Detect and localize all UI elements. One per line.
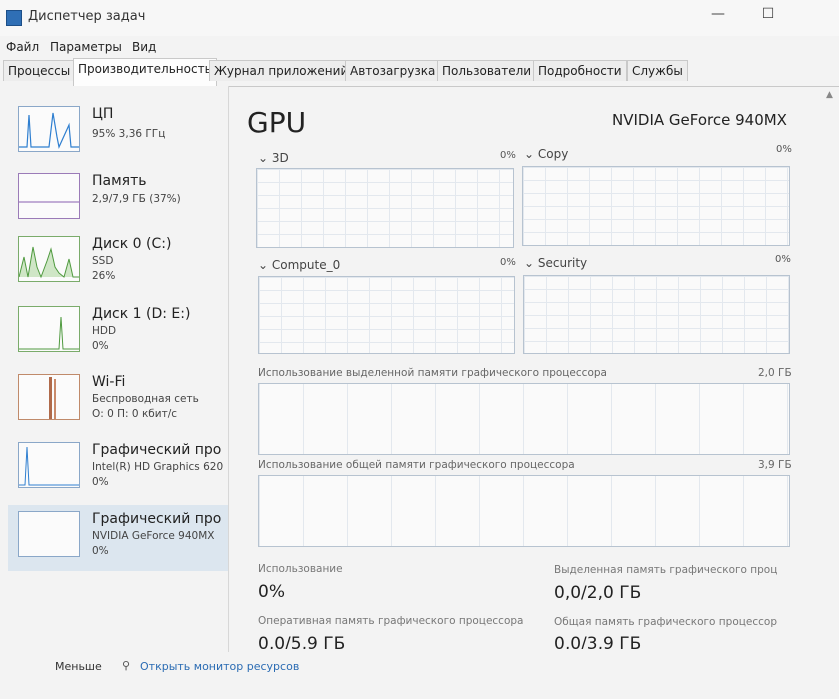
cpu-thumbnail [18,106,80,152]
sidebar-item-disk1[interactable]: Диск 1 (D: E:) HDD 0% [8,300,228,366]
engine-copy-label[interactable]: ⌄ Copy [524,147,568,161]
sidebar-item-title: Диск 1 (D: E:) [92,306,191,322]
chevron-down-icon: ⌄ [524,256,538,270]
engine-3d-graph [256,168,514,248]
sidebar-item-title: Диск 0 (C:) [92,236,172,252]
sidebar-item-title: Графический про [92,511,222,527]
sidebar-item-gpu1[interactable]: Графический про NVIDIA GeForce 940MX 0% [8,505,228,571]
engine-security-value: 0% [775,254,791,265]
sidebar-item-detail: 2,9/7,9 ГБ (37%) [92,193,181,205]
task-manager-icon [6,10,22,26]
disk1-thumbnail [18,306,80,352]
shared-memory-stat-value: 0,0/3,9 ГБ [554,634,642,649]
sidebar-item-type: Беспроводная сеть [92,393,199,405]
gpu1-thumbnail [18,511,80,557]
engine-3d-value: 0% [500,150,516,161]
utilization-label: Использование [258,563,343,575]
engine-label-text: 3D [271,151,289,165]
menu-view[interactable]: Вид [132,40,156,54]
sidebar-item-usage: 0% [92,545,109,557]
sidebar-item-detail: 95% 3,36 ГГц [92,128,166,140]
sidebar-item-title: Графический про [92,442,222,458]
utilization-value: 0% [258,582,285,602]
vertical-scrollbar[interactable] [824,86,836,646]
engine-compute-value: 0% [500,257,516,268]
sidebar-item-title: Wi-Fi [92,374,126,390]
engine-label-text: Compute_0 [271,258,341,272]
shared-memory-stat-label: Общая память графического процессор [554,616,777,628]
sidebar-item-disk0[interactable]: Диск 0 (C:) SSD 26% [8,230,228,296]
maximize-button[interactable]: ☐ [745,0,791,30]
engine-compute-label[interactable]: ⌄ Compute_0 [258,258,340,272]
engine-security-label[interactable]: ⌄ Security [524,256,587,270]
dedicated-memory-graph [258,383,790,455]
engine-security-graph [523,275,790,354]
engine-copy-graph [522,166,790,246]
engine-compute-graph [258,276,515,354]
scroll-up-arrow-icon[interactable]: ▲ [826,90,833,100]
sidebar-item-usage: 0% [92,476,109,488]
menu-file[interactable]: Файл [6,40,39,54]
sidebar-item-gpu0[interactable]: Графический про Intel(R) HD Graphics 620… [8,436,228,502]
shared-memory-graph [258,475,790,547]
gpu0-thumbnail [18,442,80,488]
menu-options[interactable]: Параметры [50,40,122,54]
tab-users[interactable]: Пользователи [437,60,537,81]
sidebar-item-memory[interactable]: Память 2,9/7,9 ГБ (37%) [8,167,228,233]
sidebar-item-type: SSD [92,255,114,267]
dedicated-memory-label: Использование выделенной памяти графичес… [258,367,607,379]
sidebar-item-type: HDD [92,325,117,337]
gpu-memory-stat-value: 0,0/5,9 ГБ [258,634,346,649]
page-title: GPU [247,106,307,139]
shared-memory-label: Использование общей памяти графического … [258,459,575,471]
resource-monitor-icon: ⚲ [122,659,131,672]
engine-3d-label[interactable]: ⌄ 3D [258,151,289,165]
tab-services[interactable]: Службы [627,60,688,81]
open-resource-monitor-link[interactable]: Открыть монитор ресурсов [140,660,299,673]
tab-performance[interactable]: Производительность [73,58,217,86]
window-title: Диспетчер задач [28,9,146,24]
gpu-model-name: NVIDIA GeForce 940MX [612,111,787,129]
memory-thumbnail [18,173,80,219]
disk0-thumbnail [18,236,80,282]
sidebar-item-throughput: О: 0 П: 0 кбит/с [92,408,178,420]
sidebar-item-wifi[interactable]: Wi-Fi Беспроводная сеть О: 0 П: 0 кбит/с [8,368,228,434]
fewer-details-button[interactable]: Меньше [55,660,102,673]
minimize-button[interactable]: — [695,0,741,30]
tab-processes[interactable]: Процессы [3,60,76,81]
sidebar-item-title: ЦП [92,106,114,122]
sidebar-item-type: Intel(R) HD Graphics 620 [92,461,224,473]
gpu-memory-stat-label: Оперативная память графического процессо… [258,615,524,627]
shared-memory-max: 3,9 ГБ [758,459,792,471]
chevron-down-icon: ⌄ [258,151,272,165]
engine-label-text: Security [537,256,588,270]
dedicated-memory-stat-label: Выделенная память графического проц [554,564,778,576]
wifi-thumbnail [18,374,80,420]
sidebar-item-cpu[interactable]: ЦП 95% 3,36 ГГц [8,100,228,166]
tab-app-history[interactable]: Журнал приложений [209,60,354,81]
engine-label-text: Copy [537,147,569,161]
tab-startup[interactable]: Автозагрузка [345,60,441,81]
chevron-down-icon: ⌄ [524,147,538,161]
dedicated-memory-stat-value: 0,0/2,0 ГБ [554,583,642,603]
sidebar-item-type: NVIDIA GeForce 940MX [92,530,215,542]
sidebar-item-usage: 0% [92,340,109,352]
chevron-down-icon: ⌄ [258,258,272,272]
menu-bar [0,36,839,58]
engine-copy-value: 0% [776,144,792,155]
sidebar-item-usage: 26% [92,270,116,282]
dedicated-memory-max: 2,0 ГБ [758,367,792,379]
tab-details[interactable]: Подробности [533,60,627,81]
sidebar-item-title: Память [92,173,147,189]
